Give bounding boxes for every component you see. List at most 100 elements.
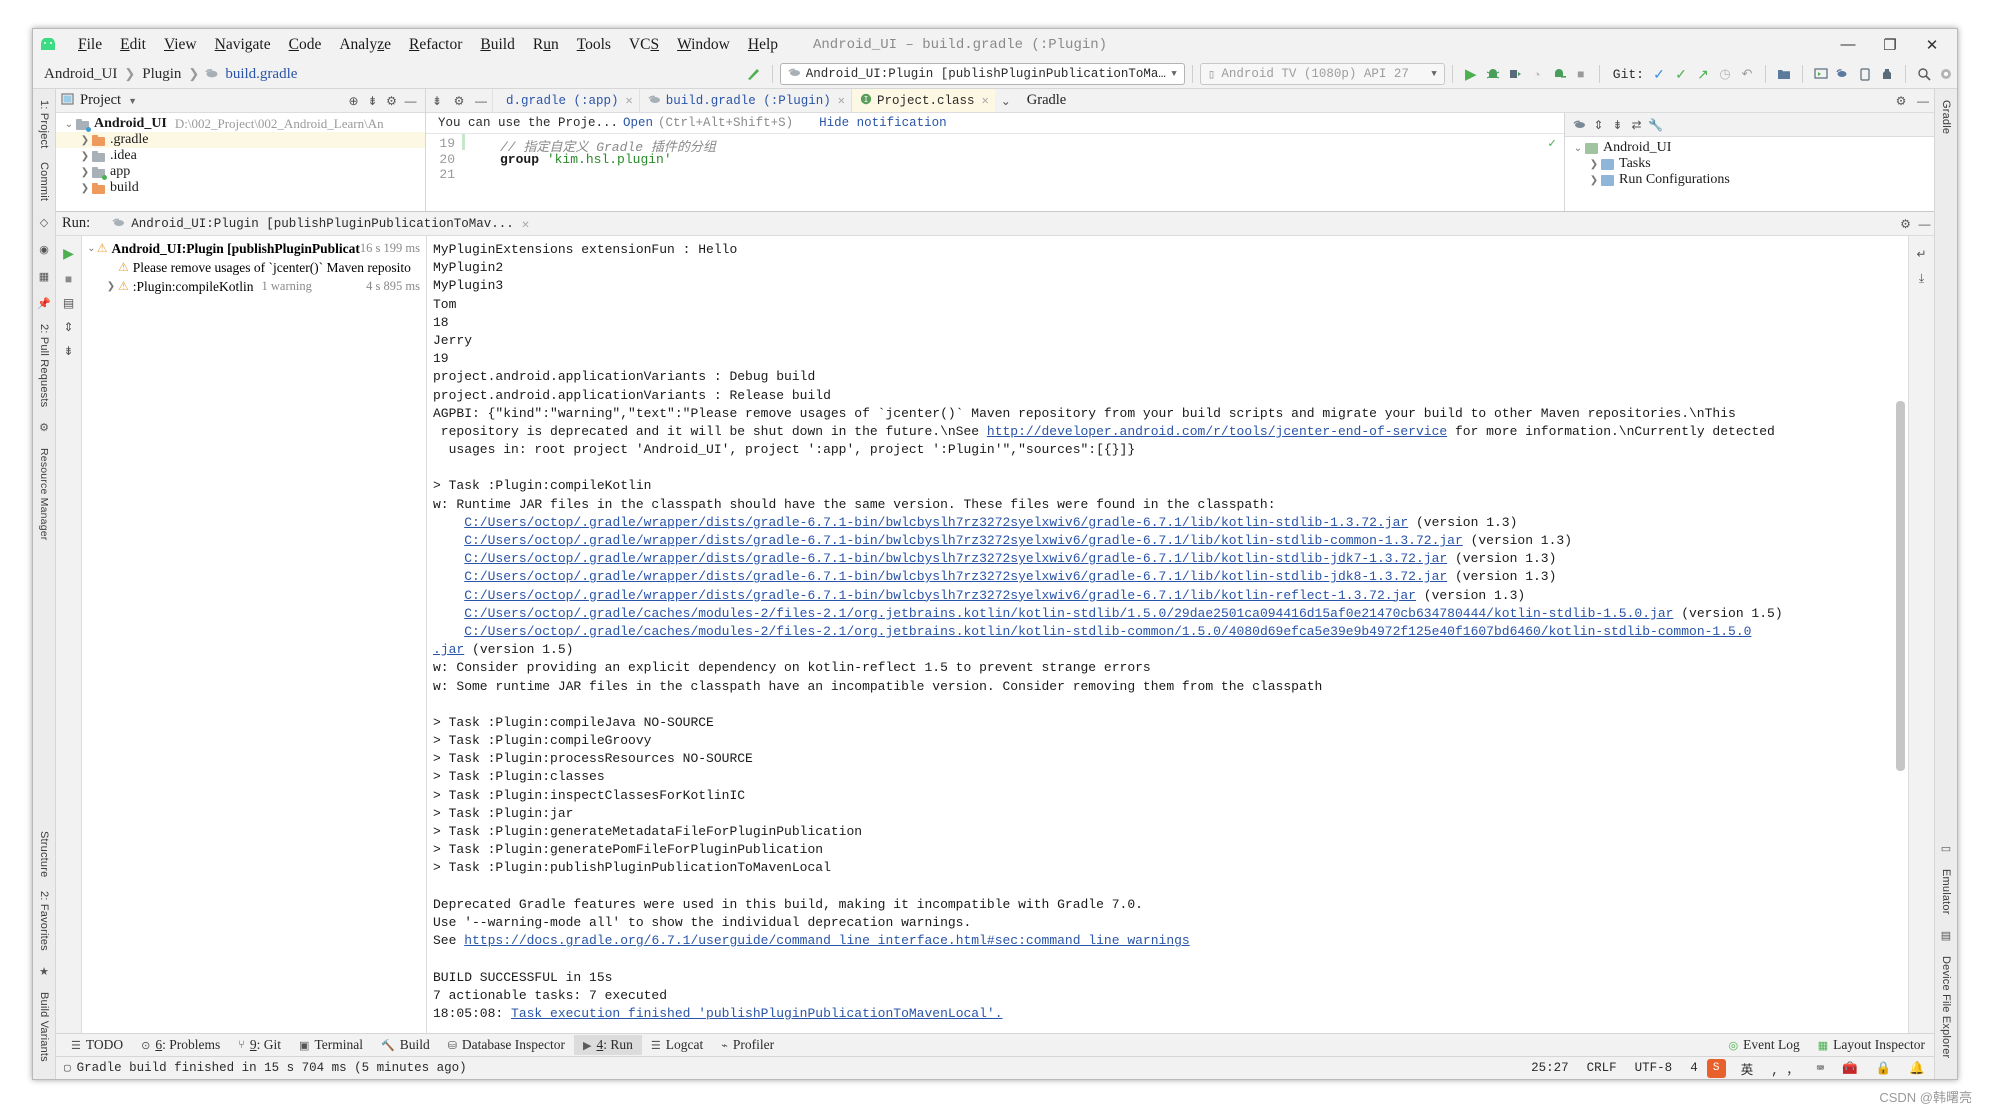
settings-gear-icon[interactable]: ⚙ xyxy=(382,91,401,110)
toolwindow-git[interactable]: ⑂ 9: Git xyxy=(229,1035,290,1055)
rerun-button[interactable]: ▶ xyxy=(63,245,74,262)
tree-row-android-ui[interactable]: ⌄ Android_UI D:\002_Project\002_Android_… xyxy=(56,116,425,132)
git-push-icon[interactable]: ↗ xyxy=(1692,63,1714,85)
toggle-offline-icon[interactable]: ⇄ xyxy=(1627,115,1646,134)
menu-file[interactable]: File xyxy=(69,34,111,56)
tree-row-idea[interactable]: ❯ .idea xyxy=(56,148,425,164)
run-session-tab[interactable]: Android_UI:Plugin [publishPluginPublicat… xyxy=(108,216,533,232)
rail-tab-gradle[interactable]: Gradle xyxy=(1938,93,1954,141)
settings-gear-icon[interactable]: ⚙ xyxy=(448,89,470,112)
expand-all-icon[interactable]: ⇕ xyxy=(1589,115,1608,134)
tree-row-app[interactable]: ❯ app xyxy=(56,164,425,180)
chevron-collapsed-icon[interactable]: ❯ xyxy=(104,281,118,292)
run-tree-row-root[interactable]: ⌄ ⚠ Android_UI:Plugin [publishPluginPubl… xyxy=(82,239,426,258)
rail-tab-device-file-explorer[interactable]: Device File Explorer xyxy=(1938,949,1954,1065)
rail-tab-emulator[interactable]: Emulator xyxy=(1938,862,1954,922)
expand-icon[interactable]: ⇕ xyxy=(63,320,73,334)
tree-row-gradle[interactable]: ❯ .gradle xyxy=(56,132,425,148)
console-link[interactable]: C:/Users/octop/.gradle/wrapper/dists/gra… xyxy=(464,551,1447,566)
toolwindow-problems[interactable]: ⊙ 6: Problems xyxy=(132,1035,229,1055)
toolwindow-run[interactable]: ▶ 4: Run xyxy=(574,1035,642,1055)
debug-button[interactable] xyxy=(1482,63,1504,85)
menu-window[interactable]: Window xyxy=(668,34,739,56)
toolwindow-layout-inspector[interactable]: ▦ Layout Inspector xyxy=(1809,1035,1934,1055)
chevron-collapsed-icon[interactable]: ❯ xyxy=(78,183,92,194)
file-encoding[interactable]: UTF-8 xyxy=(1626,1061,1682,1075)
menu-navigate[interactable]: Navigate xyxy=(206,34,280,56)
console-link[interactable]: C:/Users/octop/.gradle/wrapper/dists/gra… xyxy=(464,533,1463,548)
breadcrumb-item-module[interactable]: Plugin xyxy=(139,66,184,83)
menu-analyze[interactable]: Analyze xyxy=(330,34,400,56)
editor-tab-app-gradle[interactable]: d.gradle (:app) ✕ xyxy=(492,89,639,112)
locate-icon[interactable]: ⊕ xyxy=(344,91,363,110)
attach-debugger-button[interactable] xyxy=(1504,63,1526,85)
toolwindow-build[interactable]: 🔨 Build xyxy=(372,1035,439,1055)
chevron-expanded-icon[interactable]: ⌄ xyxy=(86,243,97,254)
rail-tab-commit[interactable]: Commit xyxy=(36,155,52,208)
menu-tools[interactable]: Tools xyxy=(568,34,620,56)
close-icon[interactable]: ✕ xyxy=(982,93,989,108)
hide-icon[interactable]: — xyxy=(1915,214,1934,233)
menu-view[interactable]: View xyxy=(155,34,206,56)
ime-language[interactable]: 英 xyxy=(1732,1059,1763,1078)
chevron-collapsed-icon[interactable]: ❯ xyxy=(78,167,92,178)
run-tree-row-compile-kotlin[interactable]: ❯ ⚠ :Plugin:compileKotlin 1 warning 4 s … xyxy=(82,277,426,296)
build-tools-icon[interactable]: 🔧 xyxy=(1646,115,1665,134)
settings-gear-icon[interactable]: ⚙ xyxy=(1890,89,1912,112)
avd-manager-icon[interactable] xyxy=(1810,63,1832,85)
notification-open-link[interactable]: Open xyxy=(623,116,653,130)
close-icon[interactable]: ✕ xyxy=(838,93,845,108)
notification-icon[interactable]: 🔔 xyxy=(1900,1061,1934,1076)
chevron-down-icon[interactable]: ▼ xyxy=(128,96,137,106)
chevron-collapsed-icon[interactable]: ❯ xyxy=(1587,159,1601,170)
chevron-down-icon[interactable]: ⌄ xyxy=(995,89,1017,112)
star-icon[interactable]: ★ xyxy=(39,965,49,978)
caret-position[interactable]: 25:27 xyxy=(1522,1061,1578,1075)
toolwindow-database-inspector[interactable]: ⛁ Database Inspector xyxy=(439,1035,574,1055)
breadcrumb-item-project[interactable]: Android_UI xyxy=(41,66,120,83)
run-tree-row-warning[interactable]: ⚠ Please remove usages of `jcenter()` Ma… xyxy=(82,258,426,277)
menu-code[interactable]: Code xyxy=(280,34,331,56)
resource-icon[interactable]: ⚙ xyxy=(39,421,49,434)
collapse-all-icon[interactable]: ⇟ xyxy=(426,89,448,112)
console-link[interactable]: C:/Users/octop/.gradle/wrapper/dists/gra… xyxy=(464,569,1447,584)
gradle-sync-icon[interactable] xyxy=(743,63,765,85)
toolwindow-logcat[interactable]: ☰ Logcat xyxy=(642,1035,712,1055)
emulator-icon[interactable]: ▭ xyxy=(1941,842,1951,855)
console-link[interactable]: C:/Users/octop/.gradle/wrapper/dists/gra… xyxy=(464,515,1408,530)
chevron-expanded-icon[interactable]: ⌄ xyxy=(1571,143,1585,154)
lock-icon[interactable]: 🔒 xyxy=(1867,1061,1901,1076)
console-scrollbar[interactable] xyxy=(1896,401,1905,771)
gradle-row-project[interactable]: ⌄ Android_UI xyxy=(1565,140,1934,156)
run-button[interactable]: ▶ xyxy=(1460,63,1482,85)
grid-icon[interactable]: ▦ xyxy=(39,270,49,283)
close-icon[interactable]: ✕ xyxy=(522,216,530,232)
console-link[interactable]: .jar xyxy=(433,642,464,657)
run-configuration-selector[interactable]: Android_UI:Plugin [publishPluginPublicat… xyxy=(779,63,1185,85)
line-separator[interactable]: CRLF xyxy=(1578,1061,1626,1075)
soft-wrap-icon[interactable]: ↵ xyxy=(1916,247,1926,261)
close-button[interactable]: ✕ xyxy=(1911,30,1953,60)
chevron-expanded-icon[interactable]: ⌄ xyxy=(62,119,76,130)
menu-refactor[interactable]: Refactor xyxy=(400,34,471,56)
menu-help[interactable]: Help xyxy=(739,34,787,56)
console-link[interactable]: C:/Users/octop/.gradle/caches/modules-2/… xyxy=(464,624,1751,639)
layout-inspector-icon[interactable] xyxy=(1876,63,1898,85)
apply-changes-button[interactable] xyxy=(1548,63,1570,85)
console-link[interactable]: C:/Users/octop/.gradle/wrapper/dists/gra… xyxy=(464,588,1416,603)
ime-punctuation-icon[interactable]: , ， xyxy=(1762,1059,1808,1078)
chevron-collapsed-icon[interactable]: ❯ xyxy=(1587,175,1601,186)
minimize-button[interactable]: — xyxy=(1827,30,1869,60)
console-link[interactable]: Task execution finished 'publishPluginPu… xyxy=(511,1006,1002,1021)
console-link[interactable]: http://developer.android.com/r/tools/jce… xyxy=(987,424,1447,439)
phone-icon[interactable] xyxy=(1854,63,1876,85)
rail-tab-favorites[interactable]: 2: Favorites xyxy=(36,884,52,958)
git-commit-icon[interactable]: ✓ xyxy=(1670,63,1692,85)
chevron-collapsed-icon[interactable]: ❯ xyxy=(78,135,92,146)
ime-toolbox-icon[interactable]: 🧰 xyxy=(1833,1061,1867,1076)
console-link[interactable]: https://docs.gradle.org/6.7.1/userguide/… xyxy=(464,933,1190,948)
rail-tab-build-variants[interactable]: Build Variants xyxy=(36,985,52,1069)
device-file-icon[interactable]: ▤ xyxy=(1941,929,1951,942)
hide-notification-link[interactable]: Hide notification xyxy=(819,116,947,130)
sdk-manager-icon[interactable] xyxy=(1773,63,1795,85)
